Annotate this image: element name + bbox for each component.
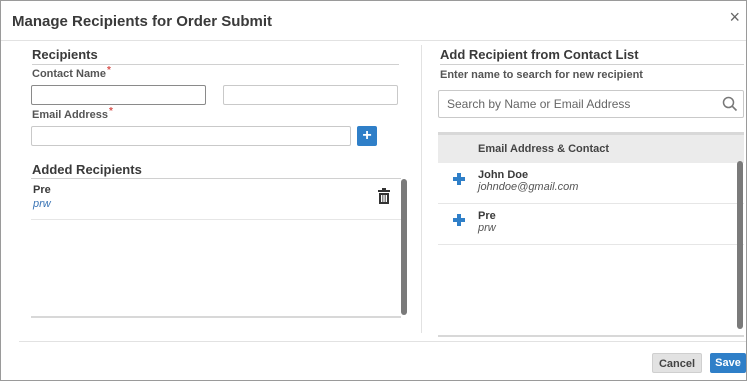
add-recipient-button[interactable]: + xyxy=(357,126,377,146)
table-row: John Doe johndoe@gmail.com xyxy=(438,163,744,204)
contact-list-section-divider xyxy=(440,64,744,65)
contact-list-section-title: Add Recipient from Contact List xyxy=(440,47,639,62)
recipient-email: prw xyxy=(33,198,51,210)
list-item: Pre prw xyxy=(31,179,401,220)
cancel-button[interactable]: Cancel xyxy=(652,353,702,373)
recipients-scrollbar[interactable] xyxy=(401,179,407,315)
trash-icon[interactable] xyxy=(377,188,391,204)
contact-table: Email Address & Contact John Doe johndoe… xyxy=(438,132,744,337)
required-marker: * xyxy=(109,106,113,117)
manage-recipients-dialog: Manage Recipients for Order Submit × Rec… xyxy=(0,0,747,381)
recipients-section-divider xyxy=(32,64,399,65)
plus-icon[interactable] xyxy=(452,213,466,227)
added-recipients-title: Added Recipients xyxy=(32,162,142,177)
contact-email: johndoe@gmail.com xyxy=(478,181,579,193)
close-icon[interactable]: × xyxy=(729,8,740,26)
search-icon[interactable] xyxy=(722,96,738,112)
first-name-input[interactable] xyxy=(31,85,206,105)
recipients-section-title: Recipients xyxy=(32,47,98,62)
contact-email: prw xyxy=(478,222,496,234)
last-name-input[interactable] xyxy=(223,85,398,105)
footer-divider xyxy=(19,341,746,342)
required-marker: * xyxy=(106,65,111,76)
header-divider xyxy=(1,40,746,41)
email-address-label: Email Address* xyxy=(32,106,113,121)
save-button[interactable]: Save xyxy=(710,353,746,373)
email-field[interactable] xyxy=(31,126,351,146)
contacts-scrollbar[interactable] xyxy=(737,161,743,329)
contact-name: Pre xyxy=(478,210,496,222)
search-input[interactable] xyxy=(438,90,744,118)
recipient-name: Pre xyxy=(33,184,51,196)
table-row: Pre prw xyxy=(438,204,744,245)
column-header: Email Address & Contact xyxy=(438,135,744,163)
added-recipients-list: Pre prw xyxy=(31,178,401,318)
dialog-title: Manage Recipients for Order Submit xyxy=(12,13,273,30)
contact-name-label: Contact Name* xyxy=(32,65,111,80)
contact-name: John Doe xyxy=(478,169,529,181)
column-divider xyxy=(421,45,422,333)
plus-icon[interactable] xyxy=(452,172,466,186)
search-hint: Enter name to search for new recipient xyxy=(440,69,643,81)
